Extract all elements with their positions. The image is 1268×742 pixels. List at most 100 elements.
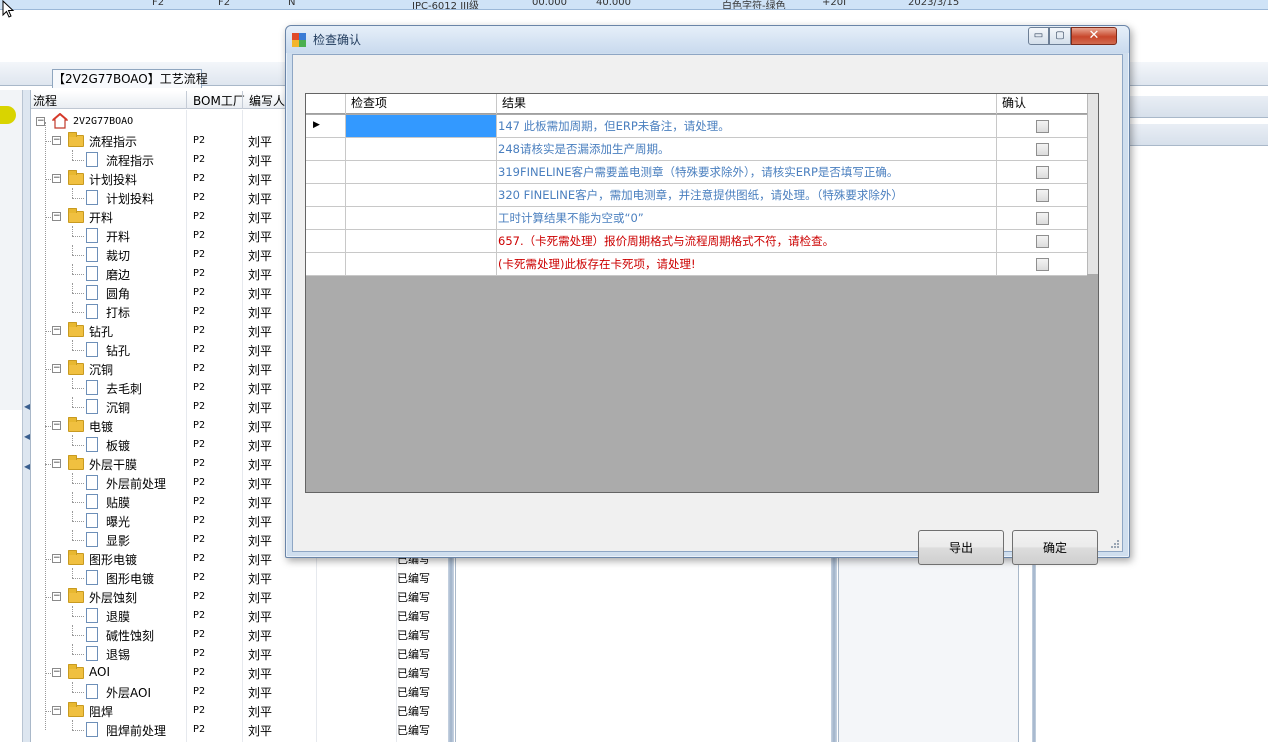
grid-row[interactable]: 248请核实是否漏添加生产周期。 bbox=[306, 138, 1087, 161]
row-header[interactable] bbox=[306, 161, 346, 183]
dialog-titlebar[interactable]: 检查确认 ▭ ▢ ✕ bbox=[286, 26, 1129, 53]
collapse-toggle-icon[interactable]: − bbox=[52, 326, 61, 335]
factory-cell: P2 bbox=[193, 382, 206, 393]
tree-group-row[interactable]: − 阻焊 P2 刘平 已编写 bbox=[31, 701, 431, 720]
tree-step-row[interactable]: 退膜 P2 刘平 已编写 bbox=[31, 606, 431, 625]
factory-cell: P2 bbox=[193, 610, 206, 621]
confirm-checkbox[interactable] bbox=[1036, 235, 1049, 248]
document-icon bbox=[86, 532, 98, 547]
confirm-checkbox[interactable] bbox=[1036, 258, 1049, 271]
confirm-checkbox[interactable] bbox=[1036, 120, 1049, 133]
collapse-toggle-icon[interactable]: − bbox=[52, 459, 61, 468]
resize-grip-icon[interactable] bbox=[1109, 538, 1119, 548]
minimize-button[interactable]: ▭ bbox=[1028, 27, 1049, 45]
collapse-toggle-icon[interactable]: − bbox=[52, 174, 61, 183]
grid-row[interactable]: 657.（卡死需处理）报价周期格式与流程周期格式不符，请检查。 bbox=[306, 230, 1087, 253]
tree-header-factory[interactable]: BOM工厂 bbox=[193, 92, 245, 109]
tree-node-label: 贴膜 bbox=[106, 496, 131, 510]
result-cell[interactable]: 147 此板需加周期，但ERP未备注，请处理。 bbox=[497, 115, 997, 137]
factory-cell: P2 bbox=[193, 724, 206, 735]
ok-button[interactable]: 确定 bbox=[1012, 530, 1098, 565]
author-cell: 刘平 bbox=[248, 173, 273, 187]
check-item-cell[interactable] bbox=[346, 184, 497, 206]
grid-header-result[interactable]: 结果 bbox=[497, 94, 997, 114]
check-item-cell[interactable] bbox=[346, 230, 497, 252]
factory-cell: P2 bbox=[193, 230, 206, 241]
tree-step-row[interactable]: 碱性蚀刻 P2 刘平 已编写 bbox=[31, 625, 431, 644]
collapse-toggle-icon[interactable]: − bbox=[52, 592, 61, 601]
row-header[interactable] bbox=[306, 207, 346, 229]
tree-step-row[interactable]: 图形电镀 P2 刘平 已编写 bbox=[31, 568, 431, 587]
tree-header-author[interactable]: 编写人 bbox=[249, 92, 285, 109]
document-icon bbox=[86, 722, 98, 737]
export-button[interactable]: 导出 bbox=[918, 530, 1004, 565]
tree-header-flow[interactable]: 流程 bbox=[33, 92, 57, 109]
grid-row[interactable]: ▶ 147 此板需加周期，但ERP未备注，请处理。 bbox=[306, 115, 1087, 138]
collapse-toggle-icon[interactable]: − bbox=[52, 668, 61, 677]
factory-cell: P2 bbox=[193, 629, 206, 640]
grid-row[interactable]: (卡死需处理)此板存在卡死项，请处理! bbox=[306, 253, 1087, 276]
home-icon bbox=[52, 113, 68, 129]
collapse-toggle-icon[interactable]: − bbox=[52, 706, 61, 715]
tree-step-row[interactable]: 阻焊前处理 P2 刘平 已编写 bbox=[31, 720, 431, 739]
confirm-checkbox[interactable] bbox=[1036, 143, 1049, 156]
confirm-checkbox[interactable] bbox=[1036, 166, 1049, 179]
factory-cell: P2 bbox=[193, 534, 206, 545]
status-cell: 已编写 bbox=[397, 572, 430, 585]
collapse-toggle-icon[interactable]: − bbox=[36, 117, 45, 126]
result-cell[interactable]: (卡死需处理)此板存在卡死项，请处理! bbox=[497, 253, 997, 275]
row-header[interactable]: ▶ bbox=[306, 115, 346, 137]
confirm-checkbox[interactable] bbox=[1036, 189, 1049, 202]
tree-node-label: 开料 bbox=[106, 230, 131, 244]
app-icon bbox=[292, 33, 306, 47]
collapse-toggle-icon[interactable]: − bbox=[52, 421, 61, 430]
panel-splitter[interactable] bbox=[831, 555, 837, 742]
close-button[interactable]: ✕ bbox=[1071, 27, 1117, 45]
row-header[interactable] bbox=[306, 230, 346, 252]
panel-splitter[interactable] bbox=[1032, 555, 1036, 742]
collapse-toggle-icon[interactable]: − bbox=[52, 212, 61, 221]
panel-splitter[interactable] bbox=[448, 555, 454, 742]
result-cell[interactable]: 248请核实是否漏添加生产周期。 bbox=[497, 138, 997, 160]
collapse-toggle-icon[interactable]: − bbox=[52, 554, 61, 563]
process-flow-tab[interactable]: 【2V2G77BOAO】工艺流程 bbox=[52, 69, 208, 88]
factory-cell: P2 bbox=[193, 173, 206, 184]
check-results-grid[interactable]: 检查项 结果 确认 ▶ 147 此板需加周期，但ERP未备注，请处理。 248请核实… bbox=[305, 93, 1099, 493]
tree-node-label: 流程指示 bbox=[106, 154, 155, 168]
grid-row[interactable]: 工时计算结果不能为空或“0” bbox=[306, 207, 1087, 230]
tree-step-row[interactable]: 退锡 P2 刘平 已编写 bbox=[31, 644, 431, 663]
check-item-cell[interactable] bbox=[346, 161, 497, 183]
row-header[interactable] bbox=[306, 253, 346, 275]
folder-icon bbox=[68, 322, 84, 337]
maximize-button[interactable]: ▢ bbox=[1049, 27, 1071, 45]
tree-group-row[interactable]: − 外层蚀刻 P2 刘平 已编写 bbox=[31, 587, 431, 606]
left-splitter[interactable]: ◀ ◀ ◀ bbox=[22, 90, 30, 742]
confirm-checkbox[interactable] bbox=[1036, 212, 1049, 225]
grid-header-item[interactable]: 检查项 bbox=[346, 94, 497, 114]
grid-header-confirm[interactable]: 确认 bbox=[997, 94, 1087, 114]
check-item-cell[interactable] bbox=[346, 207, 497, 229]
grid-scrollbar[interactable] bbox=[1087, 94, 1098, 274]
dialog-client-area: 检查项 结果 确认 ▶ 147 此板需加周期，但ERP未备注，请处理。 248请核实… bbox=[292, 54, 1123, 565]
grid-row[interactable]: 320 FINELINE客户，需加电测章，并注意提供图纸，请处理。（特殊要求除外… bbox=[306, 184, 1087, 207]
row-header[interactable] bbox=[306, 184, 346, 206]
tree-group-row[interactable]: − AOI P2 刘平 已编写 bbox=[31, 663, 431, 682]
factory-cell: P2 bbox=[193, 553, 206, 564]
check-item-cell[interactable] bbox=[346, 138, 497, 160]
result-cell[interactable]: 319FINELINE客户需要盖电测章（特殊要求除外），请核实ERP是否填写正确… bbox=[497, 161, 997, 183]
folder-icon bbox=[68, 360, 84, 375]
check-item-cell[interactable] bbox=[346, 115, 497, 137]
collapse-toggle-icon[interactable]: − bbox=[52, 136, 61, 145]
result-cell[interactable]: 320 FINELINE客户，需加电测章，并注意提供图纸，请处理。（特殊要求除外… bbox=[497, 184, 997, 206]
check-item-cell[interactable] bbox=[346, 253, 497, 275]
folder-icon bbox=[68, 208, 84, 223]
author-cell: 刘平 bbox=[248, 591, 273, 605]
tree-step-row[interactable]: 外层AOI P2 刘平 已编写 bbox=[31, 682, 431, 701]
row-header[interactable] bbox=[306, 138, 346, 160]
collapse-toggle-icon[interactable]: − bbox=[52, 364, 61, 373]
tree-node-label: 磨边 bbox=[106, 268, 131, 282]
factory-cell: P2 bbox=[193, 363, 206, 374]
grid-row[interactable]: 319FINELINE客户需要盖电测章（特殊要求除外），请核实ERP是否填写正确… bbox=[306, 161, 1087, 184]
result-cell[interactable]: 657.（卡死需处理）报价周期格式与流程周期格式不符，请检查。 bbox=[497, 230, 997, 252]
result-cell[interactable]: 工时计算结果不能为空或“0” bbox=[497, 207, 997, 229]
